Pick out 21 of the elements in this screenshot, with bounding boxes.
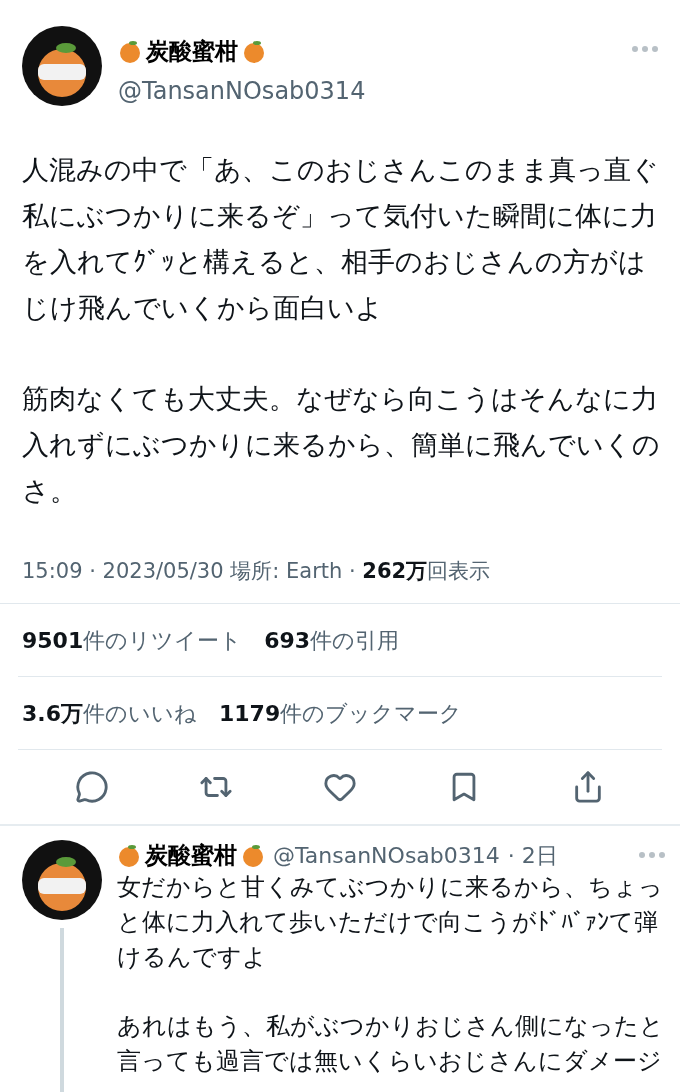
tangerine-icon [117,843,141,867]
user-handle[interactable]: @TansanNOsab0314 [273,838,500,872]
speech-bubble-icon[interactable] [75,770,109,804]
tweet-meta: 15:09 · 2023/05/30 場所: Earth · 262万回表示 [22,557,492,585]
stat-link[interactable]: 693件の引用 [264,623,400,657]
display-name[interactable]: 炭酸蜜柑 [145,837,237,873]
tweet-text: 筋肉なくても大丈夫。なぜなら向こうはそんなに力入れずにぶつかりに来るから、簡単に飛んでいくのさ。 [22,381,661,508]
post-time: · 2日 [507,841,558,870]
tweet-text: 人混みの中で「あ、このおじさんこのまま真っ直ぐ私にぶつかりに来るぞ」って気付いた瞬間に体に力を入れてｸﾞｯと構えると、相手のおじさんの方がはじけ飛んでいくから面白いよ [22,152,660,325]
stat-link[interactable]: 3.6万件のいいね [22,696,197,730]
user-handle[interactable]: @TansanNOsab0314 [118,72,632,109]
avatar[interactable] [22,26,102,106]
avatar[interactable] [22,840,102,920]
stat-link[interactable]: 1179件のブックマーク [219,696,463,730]
display-name[interactable]: 炭酸蜜柑 [146,34,238,69]
tangerine-icon [118,39,142,64]
tangerine-icon [242,39,266,64]
reply-text: あれはもう、私がぶつかりおじさん側になったと言っても過言では無いくらいおじさんにダメージ [117,1011,665,1077]
tangerine-icon [241,843,265,867]
stat-link[interactable]: 9501件のリツイート [22,623,243,657]
reply-text: 女だからと甘くみてぶつかりに来るから、ちょっと体に力入れて歩いただけで向こうがﾄﾞﾊﾞｧﾝて弾けるんですよ [117,872,664,973]
